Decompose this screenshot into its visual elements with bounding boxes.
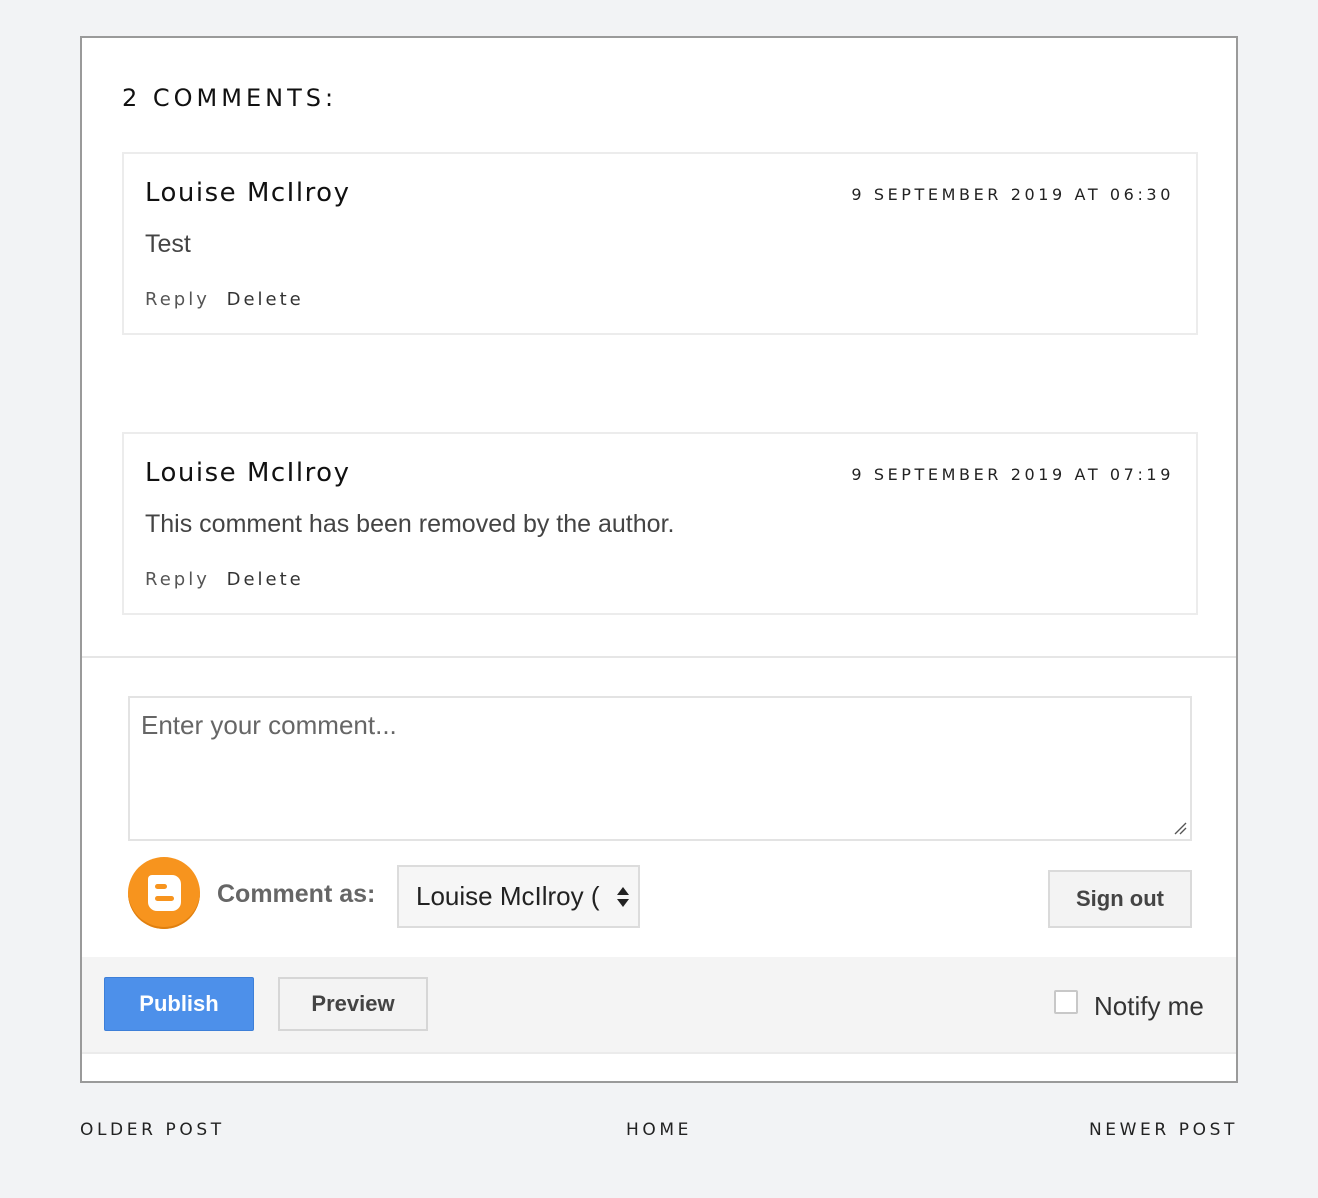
notify-checkbox[interactable] bbox=[1054, 990, 1078, 1014]
comment-author: Louise McIlroy bbox=[145, 458, 351, 488]
comment-item: Louise McIlroy 9 SEPTEMBER 2019 AT 07:19… bbox=[122, 432, 1198, 615]
comment-body: Test bbox=[145, 230, 191, 258]
select-arrows-icon bbox=[617, 887, 629, 907]
reply-link[interactable]: Reply bbox=[145, 569, 210, 590]
reply-link[interactable]: Reply bbox=[145, 289, 210, 310]
resize-grip-icon[interactable] bbox=[1173, 821, 1187, 835]
home-link[interactable]: HOME bbox=[626, 1120, 692, 1140]
identity-select[interactable]: Louise McIlroy ( bbox=[397, 865, 640, 928]
delete-link[interactable]: Delete bbox=[227, 569, 304, 590]
publish-button[interactable]: Publish bbox=[104, 977, 254, 1031]
comments-header: 2 COMMENTS: bbox=[122, 84, 338, 112]
comment-timestamp[interactable]: 9 SEPTEMBER 2019 AT 07:19 bbox=[851, 465, 1174, 484]
comment-input[interactable] bbox=[128, 696, 1192, 841]
comment-as-label: Comment as: bbox=[217, 880, 376, 908]
identity-select-value: Louise McIlroy ( bbox=[416, 881, 600, 911]
older-post-link[interactable]: OLDER POST bbox=[80, 1120, 225, 1140]
comment-actions: Reply Delete bbox=[145, 569, 304, 590]
newer-post-link[interactable]: NEWER POST bbox=[1089, 1120, 1238, 1140]
comments-card: 2 COMMENTS: Louise McIlroy 9 SEPTEMBER 2… bbox=[80, 36, 1238, 1083]
comment-item: Louise McIlroy 9 SEPTEMBER 2019 AT 06:30… bbox=[122, 152, 1198, 335]
comment-body: This comment has been removed by the aut… bbox=[145, 510, 675, 538]
delete-link[interactable]: Delete bbox=[227, 289, 304, 310]
comment-timestamp[interactable]: 9 SEPTEMBER 2019 AT 06:30 bbox=[851, 185, 1174, 204]
comment-form: Comment as: Louise McIlroy ( Sign out Pu… bbox=[82, 656, 1236, 1054]
preview-button[interactable]: Preview bbox=[278, 977, 428, 1031]
blogger-logo-icon bbox=[128, 857, 200, 929]
comment-actions: Reply Delete bbox=[145, 289, 304, 310]
comment-author: Louise McIlroy bbox=[145, 178, 351, 208]
form-actions-bar: Publish Preview Notify me bbox=[82, 957, 1236, 1054]
notify-label[interactable]: Notify me bbox=[1094, 991, 1204, 1022]
sign-out-button[interactable]: Sign out bbox=[1048, 870, 1192, 928]
